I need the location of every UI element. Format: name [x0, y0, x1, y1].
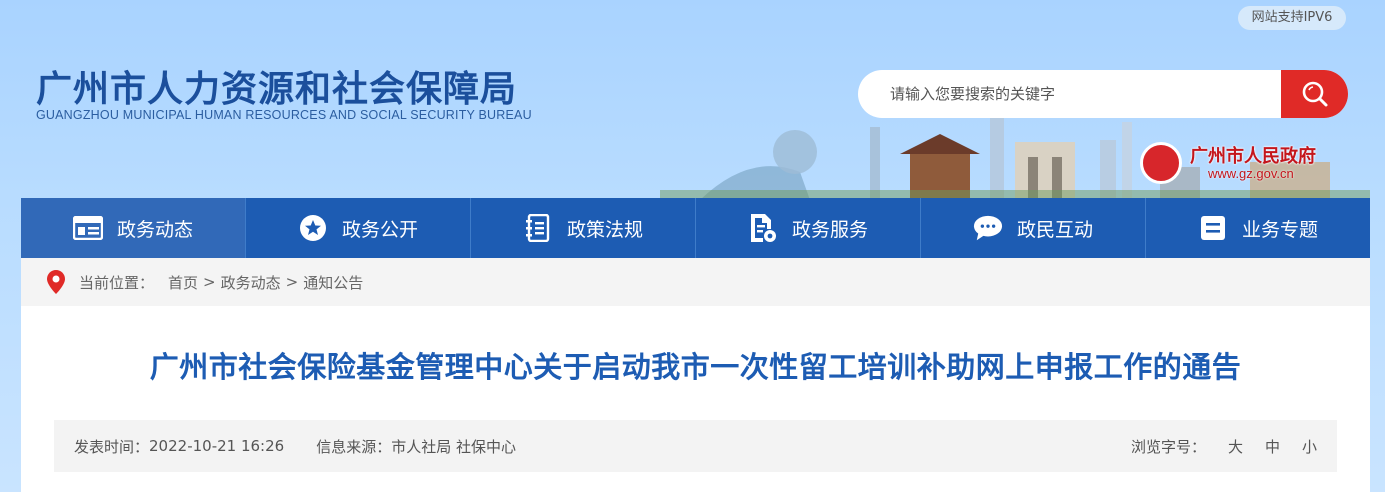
breadcrumb-home[interactable]: 首页 — [168, 272, 198, 293]
breadcrumb-separator: > — [203, 273, 216, 291]
nav-item-label: 业务专题 — [1241, 218, 1318, 241]
nav-item-label: 政务服务 — [791, 218, 868, 241]
font-size-switcher: 浏览字号： 大 中 小 — [1131, 436, 1317, 457]
search-icon — [1302, 81, 1327, 107]
breadcrumb-notices[interactable]: 通知公告 — [303, 272, 363, 293]
breadcrumb: 当前位置： 首页 > 政务动态 > 通知公告 — [21, 258, 1370, 306]
site-logo-subtitle: GUANGZHOU MUNICIPAL HUMAN RESOURCES AND … — [36, 108, 532, 122]
article-title: 广州市社会保险基金管理中心关于启动我市一次性留工培训补助网上申报工作的通告 — [149, 350, 1242, 384]
gz-government-emblem-icon — [1140, 142, 1182, 184]
notebook-icon — [523, 213, 553, 243]
list-icon — [72, 213, 103, 243]
chat-icon — [973, 213, 1003, 243]
main-nav: 政务动态 政务公开 政策法规 政务服务 政民互动 业务专题 — [21, 198, 1370, 258]
nav-item-label: 政策法规 — [566, 218, 643, 241]
nav-item-label: 政务动态 — [116, 218, 193, 241]
breadcrumb-news[interactable]: 政务动态 — [221, 272, 281, 293]
main-content: 当前位置： 首页 > 政务动态 > 通知公告 广州市社会保险基金管理中心关于启动… — [21, 258, 1370, 492]
publish-time-label: 发表时间： — [74, 437, 150, 456]
article-source: 市人社局 社保中心 — [391, 437, 516, 456]
search-button[interactable] — [1281, 70, 1348, 118]
font-size-small[interactable]: 小 — [1302, 436, 1317, 457]
ipv6-badge: 网站支持IPV6 — [1238, 6, 1346, 30]
nav-item-disclosure[interactable]: 政务公开 — [246, 198, 471, 258]
article-meta-bar: 发表时间： 2022-10-21 16:26 信息来源： 市人社局 社保中心 浏… — [54, 420, 1337, 472]
nav-item-topics[interactable]: 业务专题 — [1146, 198, 1370, 258]
source-label: 信息来源： — [316, 437, 392, 456]
gz-government-url: www.gz.gov.cn — [1208, 166, 1294, 181]
breadcrumb-label: 当前位置： — [79, 273, 155, 292]
nav-item-label: 政民互动 — [1016, 218, 1093, 241]
nav-item-news[interactable]: 政务动态 — [21, 198, 246, 258]
nav-item-policy[interactable]: 政策法规 — [471, 198, 696, 258]
nav-item-interaction[interactable]: 政民互动 — [921, 198, 1146, 258]
location-pin-icon — [47, 270, 65, 294]
search-box — [858, 70, 1348, 118]
font-size-medium[interactable]: 中 — [1265, 436, 1280, 457]
gz-government-link[interactable]: 广州市人民政府 www.gz.gov.cn — [1140, 140, 1340, 184]
nav-item-services[interactable]: 政务服务 — [696, 198, 921, 258]
font-size-large[interactable]: 大 — [1228, 436, 1243, 457]
site-logo-title[interactable]: 广州市人力资源和社会保障局 — [36, 60, 517, 112]
gz-government-name: 广州市人民政府 — [1190, 146, 1316, 167]
topic-icon — [1198, 213, 1228, 243]
star-icon — [298, 213, 328, 243]
font-size-label: 浏览字号： — [1130, 437, 1206, 456]
search-input[interactable] — [858, 70, 1280, 118]
breadcrumb-separator: > — [285, 273, 299, 291]
nav-item-label: 政务公开 — [341, 218, 418, 241]
publish-time: 2022-10-21 16:26 — [149, 437, 285, 455]
document-gear-icon — [748, 213, 778, 243]
